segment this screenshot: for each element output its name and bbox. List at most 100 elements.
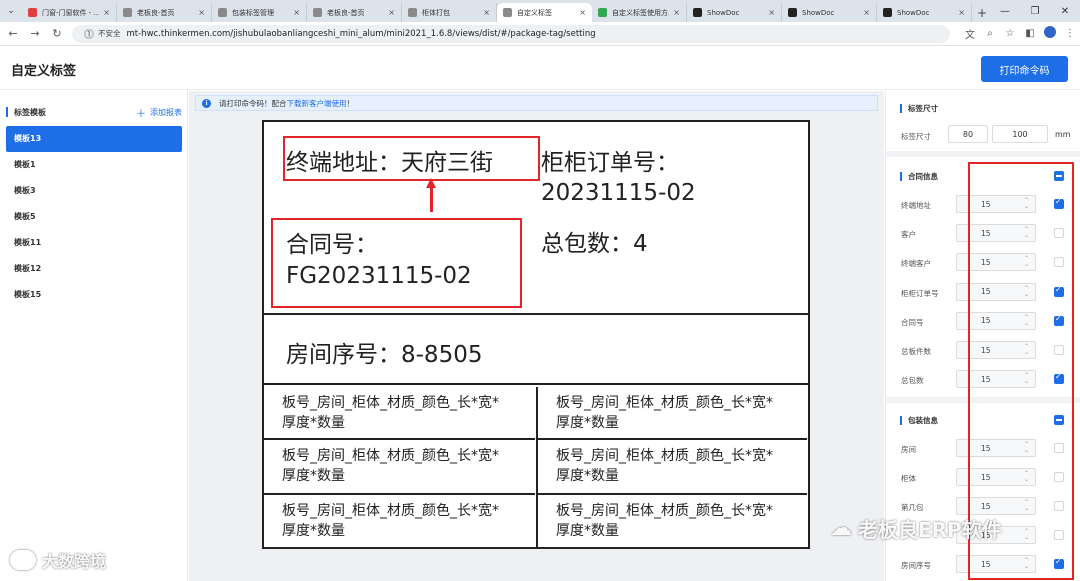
- stepper-chevron-icon[interactable]: ⌃ ⌄: [1024, 344, 1029, 356]
- insecure-indicator: 不安全: [98, 29, 121, 38]
- field-checkbox[interactable]: [1054, 228, 1064, 239]
- back-arrow-icon[interactable]: ←: [4, 25, 22, 43]
- font-size-input[interactable]: 15 ⌃ ⌄: [956, 224, 1036, 243]
- add-report-button[interactable]: ＋ 添加报表: [136, 105, 182, 120]
- browser-tab[interactable]: 老板良-首页 ×: [307, 3, 402, 22]
- download-client-link[interactable]: 下载新客户端使用: [287, 98, 347, 109]
- field-checkbox[interactable]: [1054, 443, 1064, 453]
- restore-icon[interactable]: ❐: [1020, 0, 1050, 22]
- font-size-input[interactable]: 15 ⌃ ⌄: [956, 282, 1036, 301]
- arrow-line: [430, 186, 433, 212]
- tab-close-icon[interactable]: ×: [863, 8, 870, 17]
- stepper-chevron-icon[interactable]: ⌃ ⌄: [1024, 227, 1029, 239]
- minimize-icon[interactable]: —: [990, 0, 1020, 22]
- stepper-chevron-icon[interactable]: ⌃ ⌄: [1024, 529, 1029, 541]
- font-size-input[interactable]: 15 ⌃ ⌄: [956, 468, 1036, 486]
- height-input[interactable]: 100: [992, 125, 1048, 143]
- field-checkbox[interactable]: [1054, 472, 1064, 482]
- contract-section-select-all-checkbox[interactable]: [1054, 171, 1064, 181]
- tab-favicon-icon: [313, 8, 322, 17]
- font-size-input[interactable]: 15 ⌃ ⌄: [956, 253, 1036, 272]
- field-checkbox[interactable]: [1054, 557, 1064, 569]
- tab-close-icon[interactable]: ×: [388, 8, 395, 17]
- print-command-button[interactable]: 打印命令码: [981, 56, 1068, 82]
- browser-tab[interactable]: ShowDoc ×: [687, 3, 782, 22]
- url-text: mt-hwc.thinkermen.com/jishubulaobanliang…: [126, 28, 596, 39]
- zoom-icon[interactable]: ⌕: [980, 28, 1000, 39]
- stepper-chevron-icon[interactable]: ⌃ ⌄: [1024, 471, 1029, 483]
- template-item[interactable]: 模板3: [6, 178, 182, 204]
- tab-search-chevron-icon[interactable]: ⌄: [0, 0, 22, 22]
- add-report-label: 添加报表: [150, 107, 182, 117]
- template-item[interactable]: 模板12: [6, 256, 182, 282]
- field-checkbox[interactable]: [1054, 530, 1064, 540]
- browser-tab[interactable]: 自定义标签使用方... ×: [592, 3, 687, 22]
- font-size-input[interactable]: 15 ⌃ ⌄: [956, 555, 1036, 573]
- browser-tab[interactable]: 门窗-门窗软件 - ... ×: [22, 3, 117, 22]
- tab-close-icon[interactable]: ×: [768, 8, 775, 17]
- label-room-section: 房间序号：8-8505: [264, 317, 808, 385]
- tab-label: ShowDoc: [707, 8, 740, 17]
- tab-close-icon[interactable]: ×: [673, 8, 680, 17]
- browser-tab[interactable]: ShowDoc ×: [877, 3, 972, 22]
- field-checkbox[interactable]: [1054, 501, 1064, 511]
- parts-cell-line: 板号_房间_柜体_材质_颜色_长*宽*: [282, 395, 499, 411]
- browser-tab[interactable]: ShowDoc ×: [782, 3, 877, 22]
- template-list: 模板13 模板1 模板3 模板5 模板11 模板12 模板15: [6, 126, 182, 308]
- package-section-select-all-checkbox[interactable]: [1054, 415, 1064, 425]
- side-panel-icon[interactable]: ◧: [1020, 28, 1040, 39]
- width-input[interactable]: 80: [948, 125, 988, 143]
- site-info-icon[interactable]: ⓵: [80, 26, 98, 41]
- stepper-chevron-icon[interactable]: ⌃ ⌄: [1024, 285, 1029, 298]
- tab-close-icon[interactable]: ×: [579, 8, 586, 17]
- translate-icon[interactable]: 文: [960, 26, 980, 41]
- close-window-icon[interactable]: ✕: [1050, 0, 1080, 22]
- browser-tab[interactable]: 柜体打包 ×: [402, 3, 497, 22]
- font-size-input[interactable]: 15 ⌃ ⌄: [956, 497, 1036, 515]
- field-checkbox[interactable]: [1054, 285, 1064, 297]
- stepper-chevron-icon[interactable]: ⌃ ⌄: [1024, 314, 1029, 327]
- stepper-chevron-icon[interactable]: ⌃ ⌄: [1024, 256, 1029, 268]
- stepper-chevron-icon[interactable]: ⌃ ⌄: [1024, 500, 1029, 512]
- stepper-chevron-icon[interactable]: ⌃ ⌄: [1024, 198, 1029, 210]
- sidebar-title: 标签模板: [14, 107, 46, 117]
- browser-tab[interactable]: 老板良-首页 ×: [117, 3, 212, 22]
- url-omnibox[interactable]: ⓵ 不安全 mt-hwc.thinkermen.com/jishubulaoba…: [72, 24, 950, 43]
- font-size-input[interactable]: 15 ⌃ ⌄: [956, 341, 1036, 359]
- reload-icon[interactable]: ↻: [48, 25, 66, 43]
- parts-cell: 板号_房间_柜体_材质_颜色_长*宽* 厚度*数量: [264, 387, 535, 440]
- template-item[interactable]: 模板13: [6, 126, 182, 152]
- browser-tab[interactable]: 包装标签管理 ×: [212, 3, 307, 22]
- font-size-value: 15: [981, 316, 991, 326]
- field-checkbox[interactable]: [1054, 372, 1064, 385]
- field-checkbox[interactable]: [1054, 314, 1064, 326]
- browser-tab[interactable]: 自定义标签 ×: [497, 3, 592, 22]
- parts-cell-line: 厚度*数量: [282, 523, 345, 539]
- template-item[interactable]: 模板15: [6, 282, 182, 308]
- tab-close-icon[interactable]: ×: [103, 8, 110, 17]
- font-size-input[interactable]: 15 ⌃ ⌄: [956, 311, 1036, 330]
- cross-border-watermark: 大数跨境: [10, 548, 106, 572]
- template-item[interactable]: 模板1: [6, 152, 182, 178]
- field-checkbox[interactable]: [1054, 257, 1064, 268]
- template-item[interactable]: 模板5: [6, 204, 182, 230]
- tab-close-icon[interactable]: ×: [958, 8, 965, 17]
- field-checkbox[interactable]: [1054, 345, 1064, 355]
- stepper-chevron-icon[interactable]: ⌃ ⌄: [1024, 558, 1029, 570]
- font-size-input[interactable]: 15 ⌃ ⌄: [956, 439, 1036, 457]
- tab-close-icon[interactable]: ×: [198, 8, 205, 17]
- template-item[interactable]: 模板11: [6, 230, 182, 256]
- field-checkbox[interactable]: [1054, 197, 1064, 209]
- menu-kebab-icon[interactable]: ⋮: [1060, 28, 1080, 39]
- stepper-chevron-icon[interactable]: ⌃ ⌄: [1024, 373, 1029, 385]
- font-size-input[interactable]: 15 ⌃ ⌄: [956, 370, 1036, 389]
- new-tab-plus-icon[interactable]: +: [972, 3, 992, 22]
- font-size-input[interactable]: 15 ⌃ ⌄: [956, 195, 1036, 213]
- tab-close-icon[interactable]: ×: [483, 8, 490, 17]
- stepper-chevron-icon[interactable]: ⌃ ⌄: [1024, 442, 1029, 454]
- forward-arrow-icon[interactable]: →: [26, 25, 44, 43]
- tab-close-icon[interactable]: ×: [293, 8, 300, 17]
- tab-label: ShowDoc: [897, 8, 930, 17]
- bookmark-star-icon[interactable]: ☆: [1000, 28, 1020, 39]
- profile-avatar[interactable]: [1040, 26, 1060, 41]
